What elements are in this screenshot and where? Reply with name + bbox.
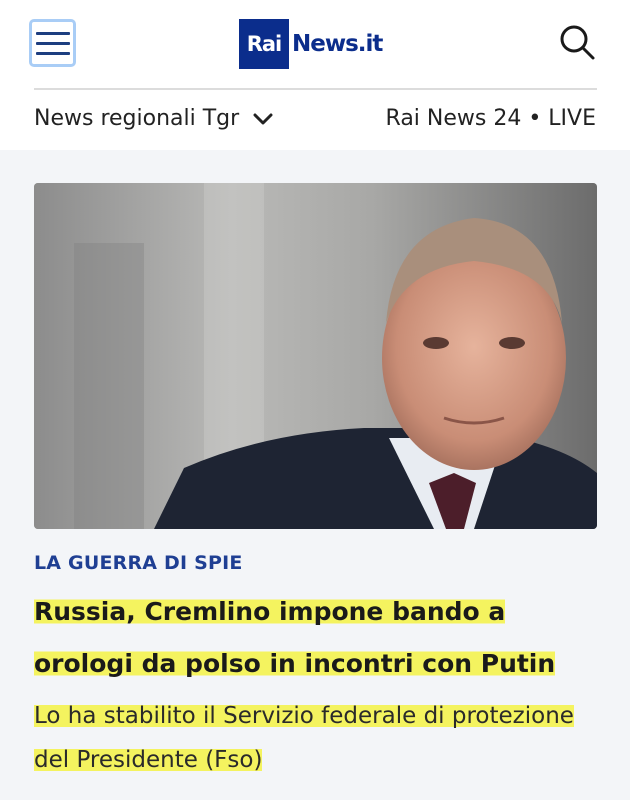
regional-news-dropdown[interactable]: News regionali Tgr <box>34 106 273 131</box>
logo-rai: Rai <box>239 19 289 69</box>
menu-button[interactable] <box>29 19 76 67</box>
menu-bar <box>35 41 70 45</box>
article-image[interactable] <box>34 183 597 529</box>
article-headline[interactable]: Russia, Cremlino impone bando a orologi … <box>34 586 594 690</box>
chevron-down-icon <box>253 113 273 124</box>
search-icon <box>560 25 595 60</box>
rainews-logo[interactable]: Rai News.it <box>239 19 383 69</box>
article-photo <box>34 183 597 529</box>
live-link[interactable]: Rai News 24 • LIVE <box>386 106 596 131</box>
regional-news-label: News regionali Tgr <box>34 106 240 131</box>
search-button[interactable] <box>557 22 597 62</box>
article-card[interactable]: LA GUERRA DI SPIE Russia, Cremlino impon… <box>0 150 630 800</box>
article-summary: Lo ha stabilito il Servizio federale di … <box>34 694 594 782</box>
headline-text: Russia, Cremlino impone bando a orologi … <box>34 597 556 678</box>
menu-bar <box>35 51 70 55</box>
logo-news: News.it <box>292 31 383 57</box>
sub-navigation: News regionali Tgr Rai News 24 • LIVE <box>0 90 630 150</box>
article-kicker: LA GUERRA DI SPIE <box>34 552 243 574</box>
menu-bar <box>35 31 70 35</box>
summary-text: Lo ha stabilito il Servizio federale di … <box>34 703 574 773</box>
top-bar: Rai News.it <box>0 0 630 88</box>
